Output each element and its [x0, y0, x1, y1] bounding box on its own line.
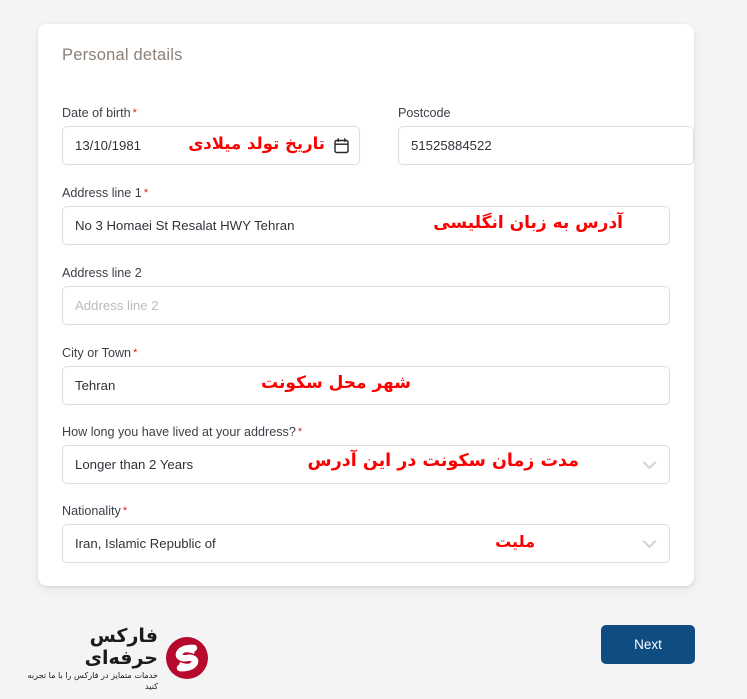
required-asterisk: * — [297, 426, 303, 438]
label-text: Address line 2 — [62, 266, 142, 280]
postcode-input[interactable]: 51525884522 — [398, 126, 694, 165]
annotation-nationality: ملیت — [495, 532, 535, 551]
required-asterisk: * — [132, 107, 137, 119]
required-asterisk: * — [143, 187, 149, 199]
label-residence-duration: How long you have lived at your address?… — [62, 425, 670, 440]
brand-logo: فارکس حرفه‌ای خدمات متمایز در فارکس را ب… — [20, 625, 210, 691]
annotation-city-or-town: شهر محل سکونت — [261, 373, 411, 393]
field-city-or-town: City or Town * Tehran شهر محل سکونت — [62, 346, 670, 405]
field-date-of-birth: Date of birth * 13/10/1981 تاریخ تولد میل… — [62, 106, 360, 165]
label-city-or-town: City or Town * — [62, 346, 670, 361]
nationality-value: Iran, Islamic Republic of — [75, 536, 216, 551]
chevron-down-icon[interactable] — [642, 539, 657, 549]
nationality-select[interactable]: Iran, Islamic Republic of ملیت — [62, 524, 670, 563]
label-address-line-2: Address line 2 — [62, 266, 670, 281]
personal-details-card: Personal details Date of birth * 13/10/19… — [38, 24, 694, 586]
city-or-town-input[interactable]: Tehran شهر محل سکونت — [62, 366, 670, 405]
field-postcode: Postcode 51525884522 — [398, 106, 694, 165]
label-text: Postcode — [398, 106, 451, 120]
required-asterisk: * — [122, 505, 128, 517]
field-residence-duration: How long you have lived at your address?… — [62, 425, 670, 484]
label-text: Nationality — [62, 504, 121, 518]
required-asterisk: * — [133, 347, 138, 359]
label-postcode: Postcode — [398, 106, 694, 121]
page-title: Personal details — [62, 46, 183, 64]
label-text: Address line 1 — [62, 186, 142, 200]
annotation-date-of-birth: تاریخ تولد میلادی — [188, 134, 325, 153]
label-text: City or Town — [62, 346, 132, 360]
address-line-1-input[interactable]: No 3 Homaei St Resalat HWY Tehran آدرس ب… — [62, 206, 670, 245]
postcode-value: 51525884522 — [411, 138, 492, 153]
brand-name: فارکس حرفه‌ای — [84, 624, 158, 669]
label-text: Date of birth — [62, 106, 131, 120]
city-or-town-value: Tehran — [75, 378, 116, 393]
brand-text: فارکس حرفه‌ای خدمات متمایز در فارکس را ب… — [20, 625, 158, 692]
chevron-down-icon[interactable] — [642, 460, 657, 470]
brand-tagline: خدمات متمایز در فارکس را با ما تجربه کنی… — [27, 669, 158, 691]
address-line-2-placeholder: Address line 2 — [75, 298, 159, 313]
residence-duration-select[interactable]: Longer than 2 Years مدت زمان سکونت در ای… — [62, 445, 670, 484]
residence-duration-value: Longer than 2 Years — [75, 457, 194, 472]
label-date-of-birth: Date of birth * — [62, 106, 360, 121]
annotation-address-line-1: آدرس به زبان انگلیسی — [433, 213, 623, 233]
calendar-icon[interactable] — [334, 137, 349, 154]
next-button[interactable]: Next — [601, 625, 695, 664]
field-nationality: Nationality * Iran, Islamic Republic of م… — [62, 504, 670, 563]
brand-mark-icon — [164, 635, 210, 681]
field-address-line-1: Address line 1 * No 3 Homaei St Resalat H… — [62, 186, 670, 245]
date-of-birth-input[interactable]: 13/10/1981 تاریخ تولد میلادی — [62, 126, 360, 165]
label-nationality: Nationality * — [62, 504, 670, 519]
date-of-birth-value: 13/10/1981 — [75, 138, 142, 153]
annotation-residence-duration: مدت زمان سکونت در این آدرس — [307, 451, 579, 471]
address-line-1-value: No 3 Homaei St Resalat HWY Tehran — [75, 218, 295, 233]
field-address-line-2: Address line 2 Address line 2 — [62, 266, 670, 325]
label-text: How long you have lived at your address? — [62, 425, 296, 439]
address-line-2-input[interactable]: Address line 2 — [62, 286, 670, 325]
label-address-line-1: Address line 1 * — [62, 186, 670, 201]
